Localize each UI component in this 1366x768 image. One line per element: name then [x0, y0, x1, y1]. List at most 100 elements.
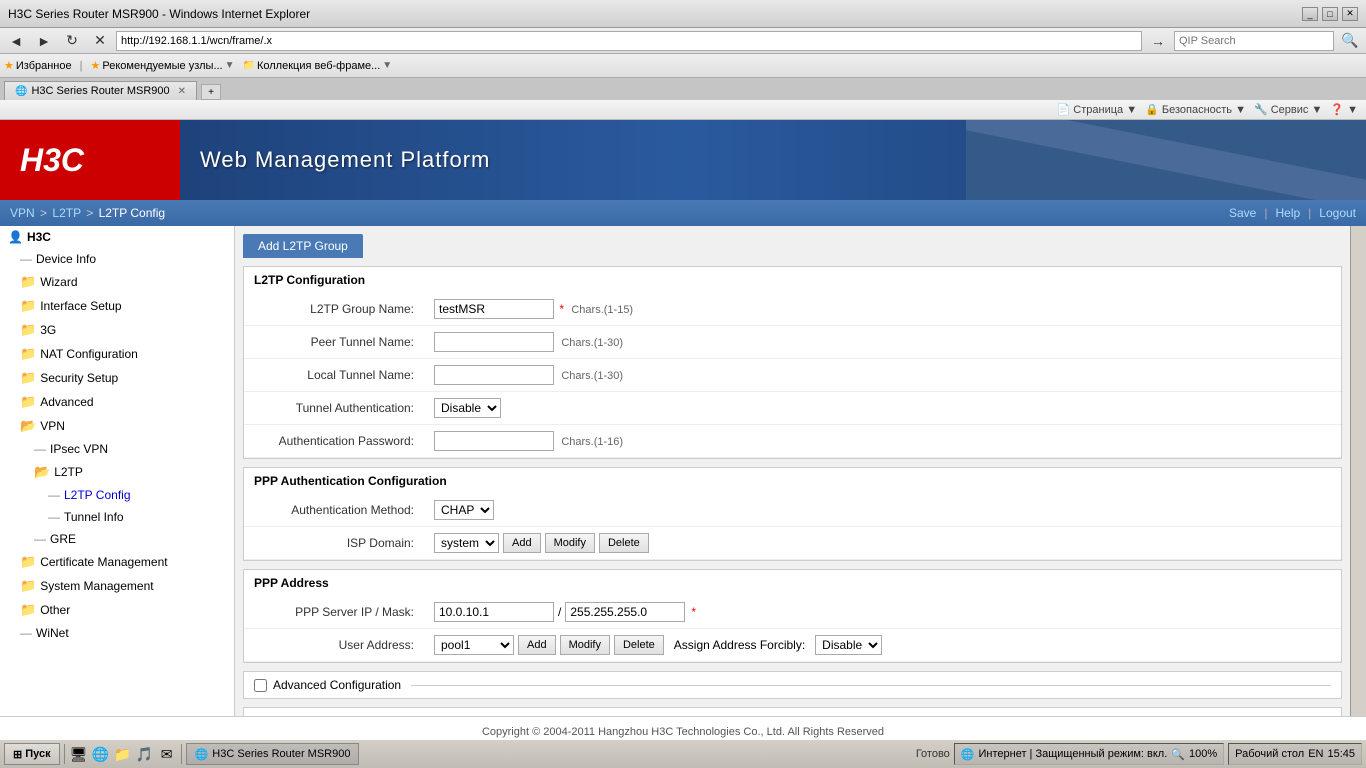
group-name-input[interactable] — [434, 299, 554, 319]
start-button[interactable]: ⊞ Пуск — [4, 743, 60, 765]
forward-button[interactable]: ► — [32, 31, 56, 51]
isp-add-button[interactable]: Add — [503, 533, 541, 553]
back-button[interactable]: ◄ — [4, 31, 28, 51]
explorer-icon[interactable]: 📁 — [113, 744, 133, 764]
breadcrumb: VPN > L2TP > L2TP Config Save | Help | L… — [0, 200, 1366, 226]
sidebar-item-wizard[interactable]: 📁 Wizard — [0, 270, 234, 294]
sidebar-item-other[interactable]: 📁 Other — [0, 598, 234, 622]
search-button[interactable]: 🔍 — [1338, 31, 1362, 51]
window-controls[interactable]: _ □ ✕ — [1302, 7, 1358, 21]
browser-tab-main[interactable]: 🌐 H3C Series Router MSR900 ✕ — [4, 81, 197, 100]
assign-select[interactable]: Disable Enable — [815, 635, 882, 655]
folder-icon: 📁 — [20, 274, 36, 290]
taskbar-separator-2 — [181, 744, 182, 764]
auth-method-value: CHAP PAP None — [424, 494, 1341, 527]
breadcrumb-l2tp[interactable]: L2TP — [52, 206, 80, 220]
sidebar-item-winet[interactable]: — WiNet — [0, 622, 234, 644]
sidebar-item-cert-mgmt[interactable]: 📁 Certificate Management — [0, 550, 234, 574]
copyright-text: Copyright © 2004-2011 Hangzhou H3C Techn… — [482, 726, 884, 738]
ppp-auth-title: PPP Authentication Configuration — [244, 468, 1341, 494]
refresh-button[interactable]: ↻ — [60, 31, 84, 51]
content-tab[interactable]: Add L2TP Group — [243, 234, 363, 258]
auth-method-select[interactable]: CHAP PAP None — [434, 500, 494, 520]
tunnel-auth-value: Disable Enable — [424, 392, 1341, 425]
sidebar-item-h3c[interactable]: 👤 H3C — [0, 226, 234, 248]
pool-modify-button[interactable]: Modify — [560, 635, 610, 655]
sidebar-item-advanced[interactable]: 📁 Advanced — [0, 390, 234, 414]
sidebar-item-gre[interactable]: — GRE — [0, 528, 234, 550]
advanced-config-section: Advanced Configuration — [243, 671, 1342, 699]
favorites-button[interactable]: ★ Избранное — [4, 59, 72, 72]
folder-icon: 📁 — [20, 554, 36, 570]
web-collection[interactable]: 📁 Коллекция веб-фраме... ▼ — [243, 60, 393, 72]
auth-password-input[interactable] — [434, 431, 554, 451]
save-link[interactable]: Save — [1229, 206, 1256, 220]
table-row: ISP Domain: system Add Modify Delete — [244, 527, 1341, 560]
new-tab-button[interactable]: + — [201, 84, 221, 100]
media-icon[interactable]: 🎵 — [135, 744, 155, 764]
breadcrumb-current: L2TP Config — [99, 206, 166, 220]
isp-delete-button[interactable]: Delete — [599, 533, 649, 553]
auth-method-label: Authentication Method: — [244, 494, 424, 527]
dash-icon: — — [48, 510, 60, 524]
close-button[interactable]: ✕ — [1342, 7, 1358, 21]
status-left: Готово — [916, 748, 950, 760]
sidebar-item-vpn[interactable]: 📂 VPN — [0, 414, 234, 438]
breadcrumb-vpn[interactable]: VPN — [10, 206, 35, 220]
taskbar-right: Готово 🌐 Интернет | Защищенный режим: вк… — [916, 743, 1362, 765]
maximize-button[interactable]: □ — [1322, 7, 1338, 21]
show-desktop-icon[interactable]: 🖥 — [69, 744, 89, 764]
sidebar-item-l2tp-config[interactable]: — L2TP Config — [0, 484, 234, 506]
pool-add-button[interactable]: Add — [518, 635, 556, 655]
sidebar-item-ipsec[interactable]: — IPsec VPN — [0, 438, 234, 460]
active-task[interactable]: 🌐 H3C Series Router MSR900 — [186, 743, 360, 765]
minimize-button[interactable]: _ — [1302, 7, 1318, 21]
ie-icon[interactable]: 🌐 — [91, 744, 111, 764]
auth-password-label: Authentication Password: — [244, 425, 424, 458]
help-link[interactable]: Help — [1275, 206, 1300, 220]
browser-title-bar: H3C Series Router MSR900 - Windows Inter… — [0, 0, 1366, 28]
sidebar-item-system-mgmt[interactable]: 📁 System Management — [0, 574, 234, 598]
sidebar-item-3g[interactable]: 📁 3G — [0, 318, 234, 342]
table-row: Peer Tunnel Name: Chars.(1-30) — [244, 326, 1341, 359]
internet-status: 🌐 — [961, 748, 975, 761]
pool-select[interactable]: pool1 — [434, 635, 514, 655]
h3c-logo: H3C — [0, 120, 180, 200]
pool-controls: pool1 Add Modify Delete — [434, 635, 664, 655]
sidebar-item-device-info[interactable]: — Device Info — [0, 248, 234, 270]
mail-icon[interactable]: ✉ — [157, 744, 177, 764]
sidebar-item-interface-setup[interactable]: 📁 Interface Setup — [0, 294, 234, 318]
isp-domain-select[interactable]: system — [434, 533, 499, 553]
advanced-config-label: Advanced Configuration — [273, 678, 401, 692]
isp-modify-button[interactable]: Modify — [545, 533, 595, 553]
local-tunnel-label: Local Tunnel Name: — [244, 359, 424, 392]
go-button[interactable]: → — [1146, 31, 1170, 51]
form-footer: Items marked with an asterisk(*) are req… — [243, 707, 1342, 716]
clock: 15:45 — [1327, 748, 1355, 760]
sidebar-item-l2tp[interactable]: 📂 L2TP — [0, 460, 234, 484]
sidebar-item-tunnel-info[interactable]: — Tunnel Info — [0, 506, 234, 528]
breadcrumb-links: VPN > L2TP > L2TP Config — [10, 206, 1229, 220]
isp-domain-label: ISP Domain: — [244, 527, 424, 560]
zoom-level: 🔍 — [1171, 748, 1185, 761]
search-input[interactable] — [1174, 31, 1334, 51]
dash-icon: — — [20, 252, 32, 266]
server-ip-input[interactable] — [434, 602, 554, 622]
recommended-sites[interactable]: ★ Рекомендуемые узлы... ▼ — [90, 59, 234, 72]
sidebar-item-security-setup[interactable]: 📁 Security Setup — [0, 366, 234, 390]
dash-icon: — — [34, 442, 46, 456]
address-input[interactable] — [116, 31, 1142, 51]
sidebar-item-nat[interactable]: 📁 NAT Configuration — [0, 342, 234, 366]
server-mask-input[interactable] — [565, 602, 685, 622]
internet-status-text: Интернет | Защищенный режим: вкл. — [979, 748, 1168, 760]
breadcrumb-actions: Save | Help | Logout — [1229, 206, 1356, 220]
scrollbar[interactable] — [1350, 226, 1366, 716]
peer-tunnel-input[interactable] — [434, 332, 554, 352]
tunnel-auth-select[interactable]: Disable Enable — [434, 398, 501, 418]
local-tunnel-input[interactable] — [434, 365, 554, 385]
pool-delete-button[interactable]: Delete — [614, 635, 664, 655]
stop-button[interactable]: ✕ — [88, 31, 112, 51]
logout-link[interactable]: Logout — [1319, 206, 1356, 220]
advanced-config-checkbox[interactable] — [254, 679, 267, 692]
clock-tray: Рабочий стол EN 15:45 — [1228, 743, 1362, 765]
